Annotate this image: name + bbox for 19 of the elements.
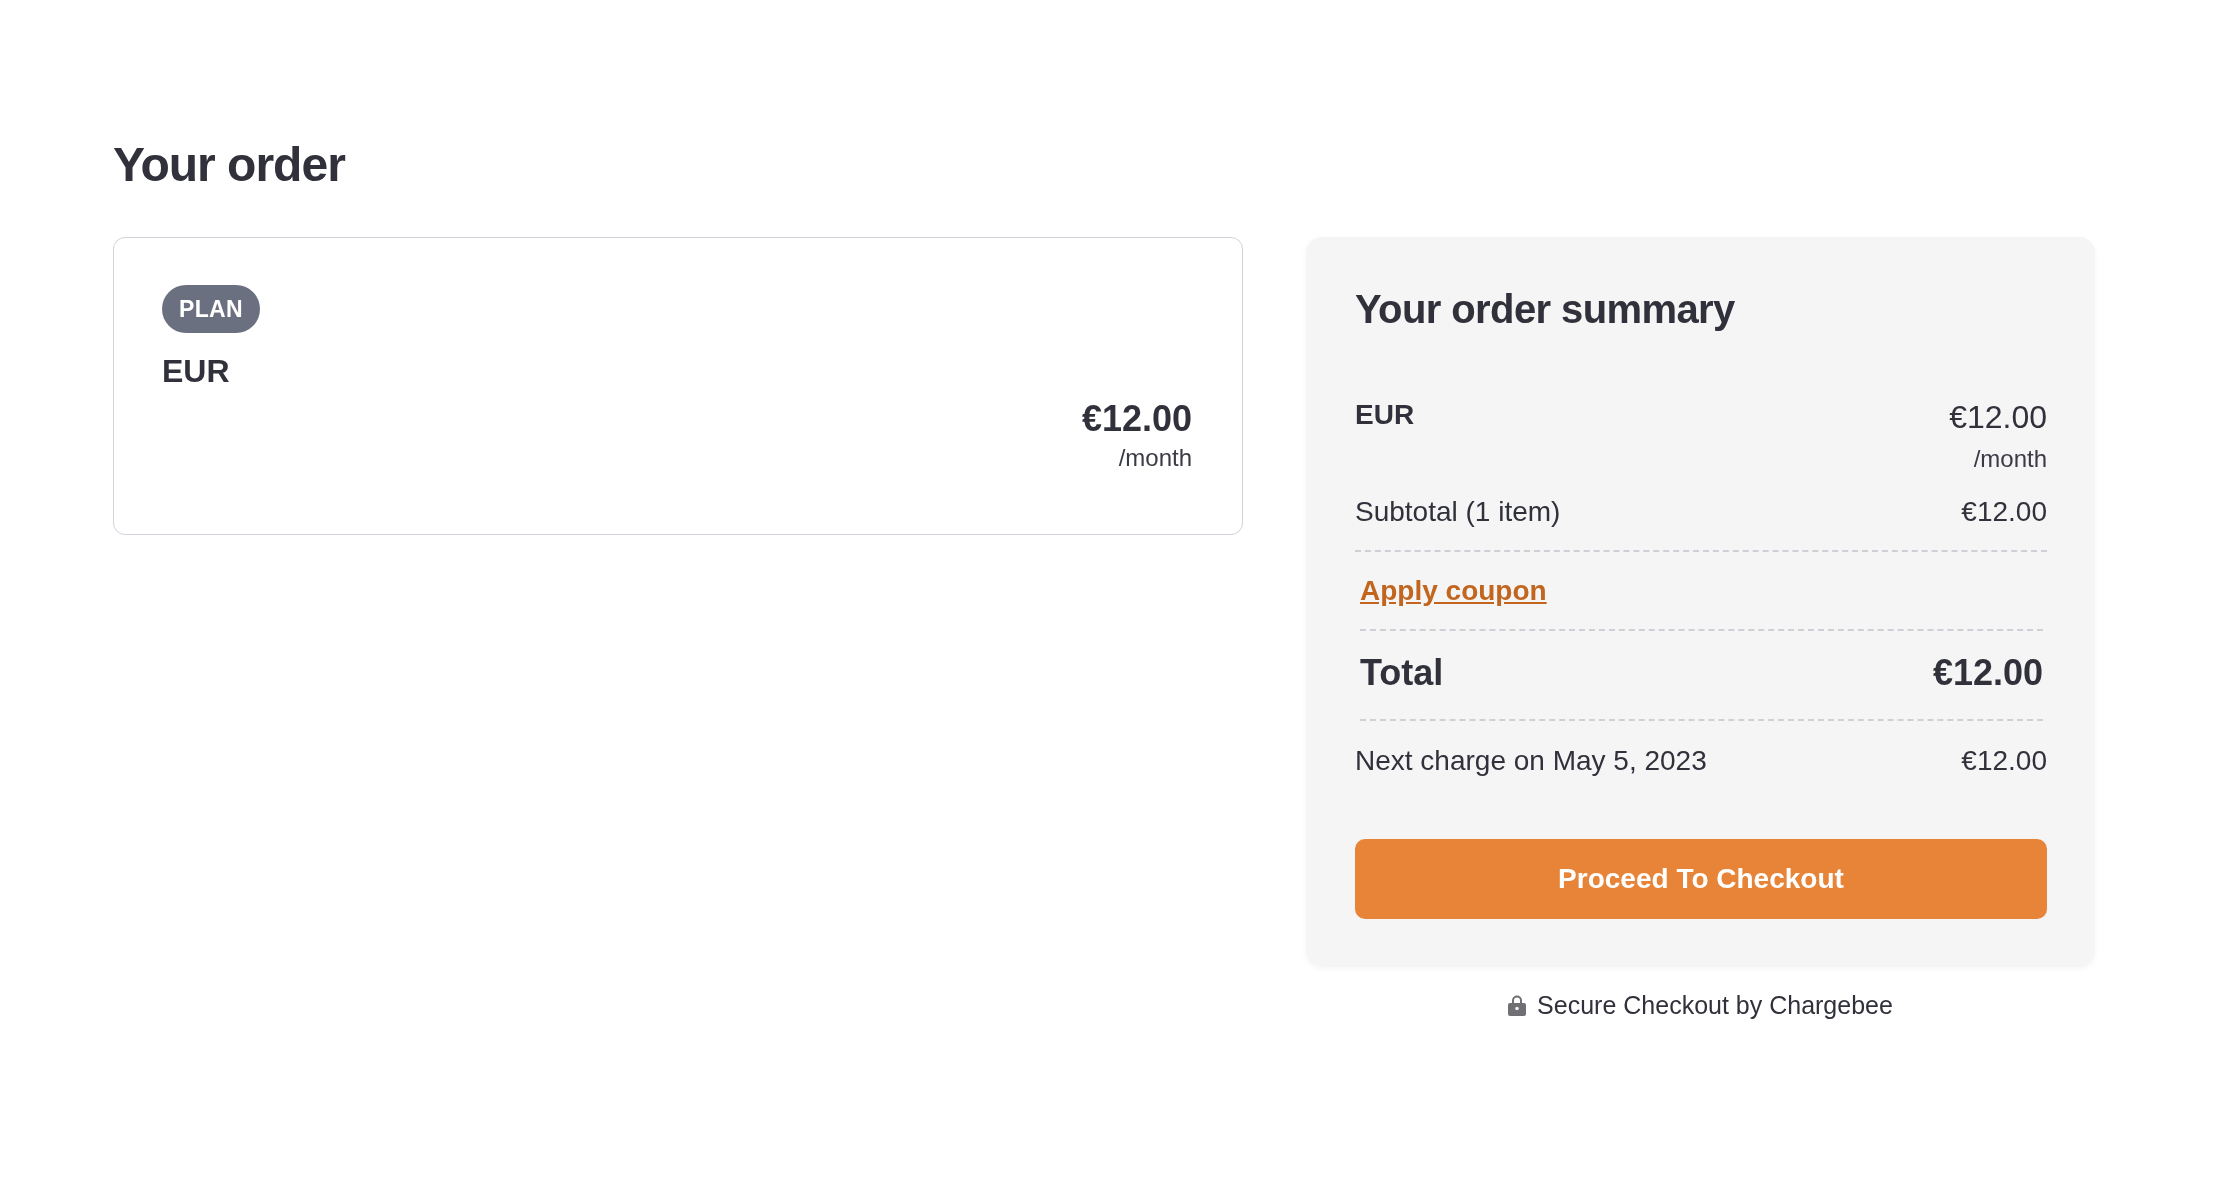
checkout-button[interactable]: Proceed To Checkout — [1355, 839, 2047, 919]
apply-coupon-link[interactable]: Apply coupon — [1360, 574, 1547, 608]
subtotal-label: Subtotal (1 item) — [1355, 495, 1561, 529]
page-title: Your order — [113, 137, 345, 193]
summary-title: Your order summary — [1355, 286, 1736, 333]
plan-name: EUR — [162, 352, 230, 390]
lock-icon — [1508, 994, 1527, 1016]
next-charge-label: Next charge on May 5, 2023 — [1355, 744, 1707, 778]
item-name: EUR — [1355, 398, 1415, 432]
total-amount: €12.00 — [1932, 651, 2043, 694]
next-charge-amount: €12.00 — [1961, 744, 2047, 778]
plan-period: /month — [1118, 443, 1192, 472]
item-price: €12.00 — [1949, 398, 2047, 436]
total-label: Total — [1360, 651, 1444, 694]
subtotal-amount: €12.00 — [1961, 495, 2047, 529]
plan-badge: PLAN — [162, 285, 260, 333]
item-period: /month — [1973, 444, 2047, 473]
plan-price: €12.00 — [1081, 397, 1192, 440]
secure-checkout-text: Secure Checkout by Chargebee — [1537, 990, 1893, 1020]
